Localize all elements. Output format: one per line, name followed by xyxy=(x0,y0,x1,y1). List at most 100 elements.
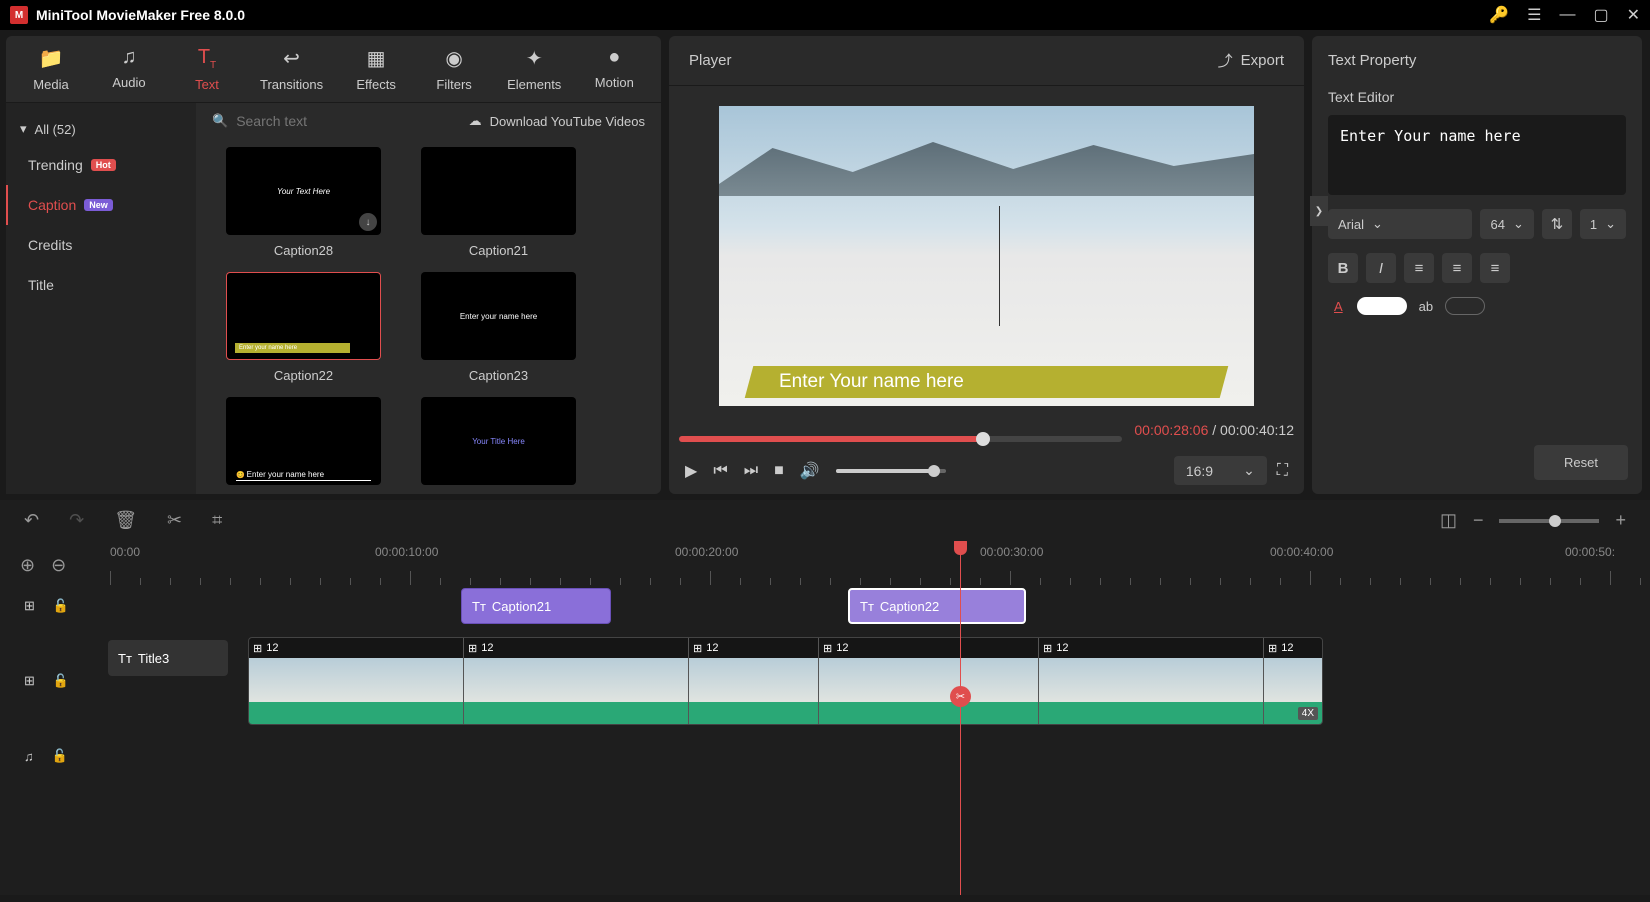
playhead[interactable]: ✂ xyxy=(960,541,961,895)
top-panels: 📁 Media ♫ Audio TT Text ↩ Transitions ▦ … xyxy=(0,30,1650,500)
track-body[interactable]: Tᴛ Caption21 Tᴛ Caption22 xyxy=(108,585,1650,627)
timeline-tools-right: ◫ − + xyxy=(1440,510,1626,531)
sidebar-all-label: All (52) xyxy=(35,122,76,137)
delete-button[interactable]: 🗑 xyxy=(114,510,137,531)
caption-clip-22[interactable]: Tᴛ Caption22 xyxy=(848,588,1026,624)
seek-progress xyxy=(679,436,981,442)
line-spacing-select[interactable]: 1 ⌄ xyxy=(1580,209,1626,239)
track-body[interactable] xyxy=(108,735,1650,777)
crop-button[interactable]: ⌗ xyxy=(212,510,222,531)
play-button[interactable]: ▶ xyxy=(685,461,697,481)
zoom-out-button[interactable]: − xyxy=(1473,510,1484,531)
activate-icon[interactable]: 🔑 xyxy=(1489,5,1509,25)
thumbnail-caption22[interactable]: Enter your name here Caption22 xyxy=(226,272,381,383)
zoom-in-button[interactable]: + xyxy=(1615,510,1626,531)
seek-bar[interactable] xyxy=(679,436,1122,442)
thumbnail-caption23[interactable]: Enter your name here Caption23 xyxy=(421,272,576,383)
thumb-preview[interactable] xyxy=(421,147,576,235)
sidebar-title-label: Title xyxy=(28,277,54,293)
lock-icon[interactable]: 🔓 xyxy=(53,673,69,689)
bold-button[interactable]: B xyxy=(1328,253,1358,283)
stop-button[interactable]: ■ xyxy=(774,462,784,480)
sidebar-all[interactable]: ▾ All (52) xyxy=(6,113,196,145)
text-icon: Tᴛ xyxy=(472,599,486,614)
minimize-icon[interactable]: — xyxy=(1559,6,1575,24)
playhead-marker[interactable] xyxy=(954,541,967,555)
thumb-preview-text: Enter your name here xyxy=(460,312,537,321)
thumbnail-caption24[interactable]: 😊 Enter your name here Caption24 xyxy=(226,397,381,494)
line-spacing-icon[interactable]: ⇅ xyxy=(1542,209,1572,239)
tab-audio[interactable]: ♫ Audio xyxy=(104,46,154,92)
tab-media-label: Media xyxy=(33,77,68,92)
redo-button[interactable]: ↷ xyxy=(69,510,84,531)
thumb-preview[interactable]: Your Title Here xyxy=(421,397,576,485)
track-header: ⊞ 🔓 xyxy=(0,673,108,689)
sidebar-title[interactable]: Title xyxy=(6,265,196,305)
search-box[interactable]: 🔍 xyxy=(212,113,417,129)
caption-text-input[interactable] xyxy=(1328,115,1626,195)
remove-track-button[interactable]: ⊖ xyxy=(51,555,66,576)
youtube-download-button[interactable]: ☁ Download YouTube Videos xyxy=(469,113,645,129)
tab-filters[interactable]: ◉ Filters xyxy=(429,46,479,92)
font-select[interactable]: Arial ⌄ xyxy=(1328,209,1472,239)
thumb-label: Caption25 xyxy=(469,493,528,494)
split-button[interactable]: ✂ xyxy=(167,510,182,531)
sidebar-caption[interactable]: Caption New xyxy=(6,185,196,225)
tab-text[interactable]: TT Text xyxy=(182,46,232,92)
tab-media[interactable]: 📁 Media xyxy=(26,46,76,92)
reset-button[interactable]: Reset xyxy=(1534,445,1628,480)
tab-transitions[interactable]: ↩ Transitions xyxy=(260,46,323,92)
snap-button[interactable]: ◫ xyxy=(1440,510,1457,531)
next-button[interactable]: ⏭ xyxy=(744,462,758,480)
maximize-icon[interactable]: ▢ xyxy=(1593,5,1608,25)
thumbnail-caption21[interactable]: Caption21 xyxy=(421,147,576,258)
timeline-ruler[interactable]: ⊕ ⊖ 00:00 00:00:10:00 00:00:20:00 00:00:… xyxy=(0,541,1650,585)
outline-color-swatch[interactable] xyxy=(1445,297,1485,315)
video-preview[interactable]: Enter Your name here xyxy=(719,106,1254,406)
tab-motion[interactable]: ● Motion xyxy=(589,46,639,92)
sidebar-credits[interactable]: Credits xyxy=(6,225,196,265)
add-track-button[interactable]: ⊕ xyxy=(20,555,35,576)
volume-handle[interactable] xyxy=(928,465,940,477)
menu-icon[interactable]: ☰ xyxy=(1527,5,1541,25)
font-size-select[interactable]: 64 ⌄ xyxy=(1480,209,1533,239)
volume-icon[interactable]: 🔊 xyxy=(800,461,820,481)
spacing-value: 1 xyxy=(1590,217,1597,232)
lock-icon[interactable]: 🔓 xyxy=(52,748,68,764)
video-clip[interactable]: ⊞12 ⊞12 ⊞12 ⊞12 xyxy=(248,637,1323,725)
download-icon[interactable]: ↓ xyxy=(359,213,377,231)
zoom-handle[interactable] xyxy=(1549,515,1561,527)
lock-icon[interactable]: 🔓 xyxy=(53,598,69,614)
prev-button[interactable]: ⏮ xyxy=(713,462,727,480)
thumb-label: Caption23 xyxy=(469,368,528,383)
titlebar-left: M MiniTool MovieMaker Free 8.0.0 xyxy=(10,6,245,24)
italic-button[interactable]: I xyxy=(1366,253,1396,283)
title-clip[interactable]: Tᴛ Title3 xyxy=(108,640,228,676)
export-button[interactable]: ⤴ Export xyxy=(1218,50,1284,71)
tab-effects[interactable]: ▦ Effects xyxy=(351,46,401,92)
align-right-button[interactable]: ≡ xyxy=(1480,253,1510,283)
tab-elements[interactable]: ✦ Elements xyxy=(507,46,561,92)
thumbnail-caption28[interactable]: Your Text Here ↓ Caption28 xyxy=(226,147,381,258)
caption-clip-21[interactable]: Tᴛ Caption21 xyxy=(461,588,611,624)
volume-slider[interactable] xyxy=(836,469,946,473)
split-indicator[interactable]: ✂ xyxy=(950,686,971,707)
thumb-preview[interactable]: 😊 Enter your name here xyxy=(226,397,381,485)
thumb-preview[interactable]: Your Text Here ↓ xyxy=(226,147,381,235)
align-left-button[interactable]: ≡ xyxy=(1404,253,1434,283)
undo-button[interactable]: ↶ xyxy=(24,510,39,531)
collapse-panel-button[interactable]: ❯ xyxy=(1310,196,1328,226)
seek-handle[interactable] xyxy=(976,432,990,446)
thumb-preview[interactable]: Enter your name here xyxy=(226,272,381,360)
zoom-slider[interactable] xyxy=(1499,519,1599,523)
track-body[interactable]: Tᴛ Title3 ⊞12 ⊞12 ⊞12 xyxy=(108,637,1650,725)
fullscreen-icon[interactable]: ⛶ xyxy=(1277,462,1288,480)
thumb-preview[interactable]: Enter your name here xyxy=(421,272,576,360)
search-input[interactable] xyxy=(236,113,417,129)
close-icon[interactable]: ✕ xyxy=(1627,5,1640,25)
sidebar-trending[interactable]: Trending Hot xyxy=(6,145,196,185)
align-center-button[interactable]: ≡ xyxy=(1442,253,1472,283)
aspect-ratio-select[interactable]: 16:9 ⌄ xyxy=(1174,456,1267,485)
text-color-swatch[interactable] xyxy=(1357,297,1407,315)
thumbnail-caption25[interactable]: Your Title Here Caption25 xyxy=(421,397,576,494)
